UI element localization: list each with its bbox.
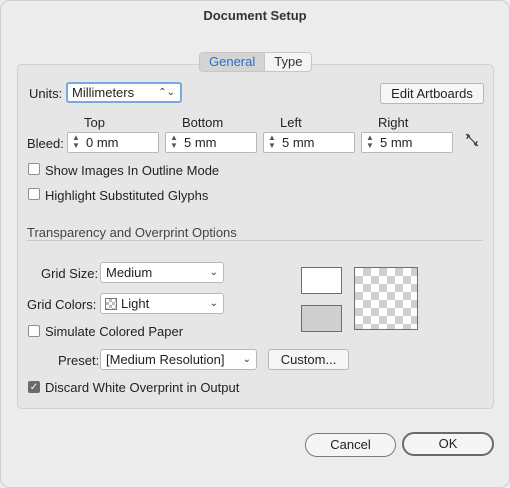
- bleed-bottom-label: Bottom: [182, 115, 224, 130]
- grid-size-value: Medium: [106, 265, 153, 280]
- chevron-down-icon: ⌄: [209, 267, 218, 278]
- units-value: Millimeters: [72, 85, 135, 100]
- grid-size-select[interactable]: Medium ⌄: [100, 262, 224, 283]
- grid-colors-value: Light: [121, 296, 150, 311]
- section-divider: [27, 240, 483, 241]
- bleed-right-value: 5 mm: [380, 135, 413, 150]
- checker-icon: [105, 298, 117, 310]
- grid-colors-select[interactable]: Light ⌄: [100, 293, 224, 314]
- tab-general[interactable]: General: [200, 53, 266, 71]
- ok-button[interactable]: OK: [402, 432, 494, 456]
- bleed-top-value: 0 mm: [86, 135, 119, 150]
- grid-color-swatch-gray[interactable]: [301, 305, 342, 332]
- bleed-bottom-field[interactable]: ▲ ▼ 5 mm: [165, 132, 257, 153]
- stepper-arrows-icon[interactable]: ▲ ▼: [71, 134, 81, 150]
- grid-color-swatch-white[interactable]: [301, 267, 342, 294]
- broken-link-icon[interactable]: [463, 131, 481, 149]
- simulate-paper-checkbox[interactable]: [28, 325, 40, 337]
- cancel-button[interactable]: Cancel: [305, 433, 396, 457]
- document-setup-dialog: Document Setup General Type Units: Milli…: [0, 0, 510, 488]
- units-label: Units:: [29, 86, 63, 101]
- bleed-left-label: Left: [280, 115, 302, 130]
- bleed-label: Bleed:: [27, 136, 64, 151]
- highlight-glyphs-label: Highlight Substituted Glyphs: [45, 188, 209, 203]
- transparency-section-title: Transparency and Overprint Options: [27, 225, 237, 240]
- preset-select[interactable]: [Medium Resolution] ⌄: [100, 349, 257, 370]
- bleed-left-field[interactable]: ▲ ▼ 5 mm: [263, 132, 355, 153]
- highlight-glyphs-checkbox[interactable]: [28, 188, 40, 200]
- preset-value: [Medium Resolution]: [106, 352, 225, 367]
- discard-white-label: Discard White Overprint in Output: [45, 380, 240, 395]
- chevron-updown-icon: ⌃⌄: [158, 87, 175, 98]
- chevron-down-icon: ⌄: [242, 354, 251, 365]
- bleed-left-value: 5 mm: [282, 135, 315, 150]
- grid-colors-label: Grid Colors:: [27, 297, 97, 312]
- tab-type[interactable]: Type: [265, 53, 311, 71]
- chevron-down-icon: ⌄: [209, 298, 218, 309]
- dialog-title: Document Setup: [203, 8, 307, 23]
- grid-size-label: Grid Size:: [41, 266, 99, 281]
- stepper-arrows-icon[interactable]: ▲ ▼: [365, 134, 375, 150]
- grid-preview: [354, 267, 418, 330]
- bleed-right-field[interactable]: ▲ ▼ 5 mm: [361, 132, 453, 153]
- stepper-arrows-icon[interactable]: ▲ ▼: [169, 134, 179, 150]
- discard-white-checkbox[interactable]: ✓: [28, 381, 40, 393]
- preset-label: Preset:: [58, 353, 100, 368]
- bleed-top-label: Top: [84, 115, 105, 130]
- show-images-outline-label: Show Images In Outline Mode: [45, 163, 220, 178]
- custom-button[interactable]: Custom...: [268, 349, 349, 370]
- show-images-outline-checkbox[interactable]: [28, 163, 40, 175]
- bleed-right-label: Right: [378, 115, 409, 130]
- edit-artboards-button[interactable]: Edit Artboards: [380, 83, 484, 104]
- stepper-arrows-icon[interactable]: ▲ ▼: [267, 134, 277, 150]
- tab-bar: General Type: [199, 52, 313, 72]
- bleed-bottom-value: 5 mm: [184, 135, 217, 150]
- bleed-top-field[interactable]: ▲ ▼ 0 mm: [67, 132, 159, 153]
- units-select[interactable]: Millimeters ⌃⌄: [66, 82, 182, 103]
- simulate-paper-label: Simulate Colored Paper: [45, 324, 184, 339]
